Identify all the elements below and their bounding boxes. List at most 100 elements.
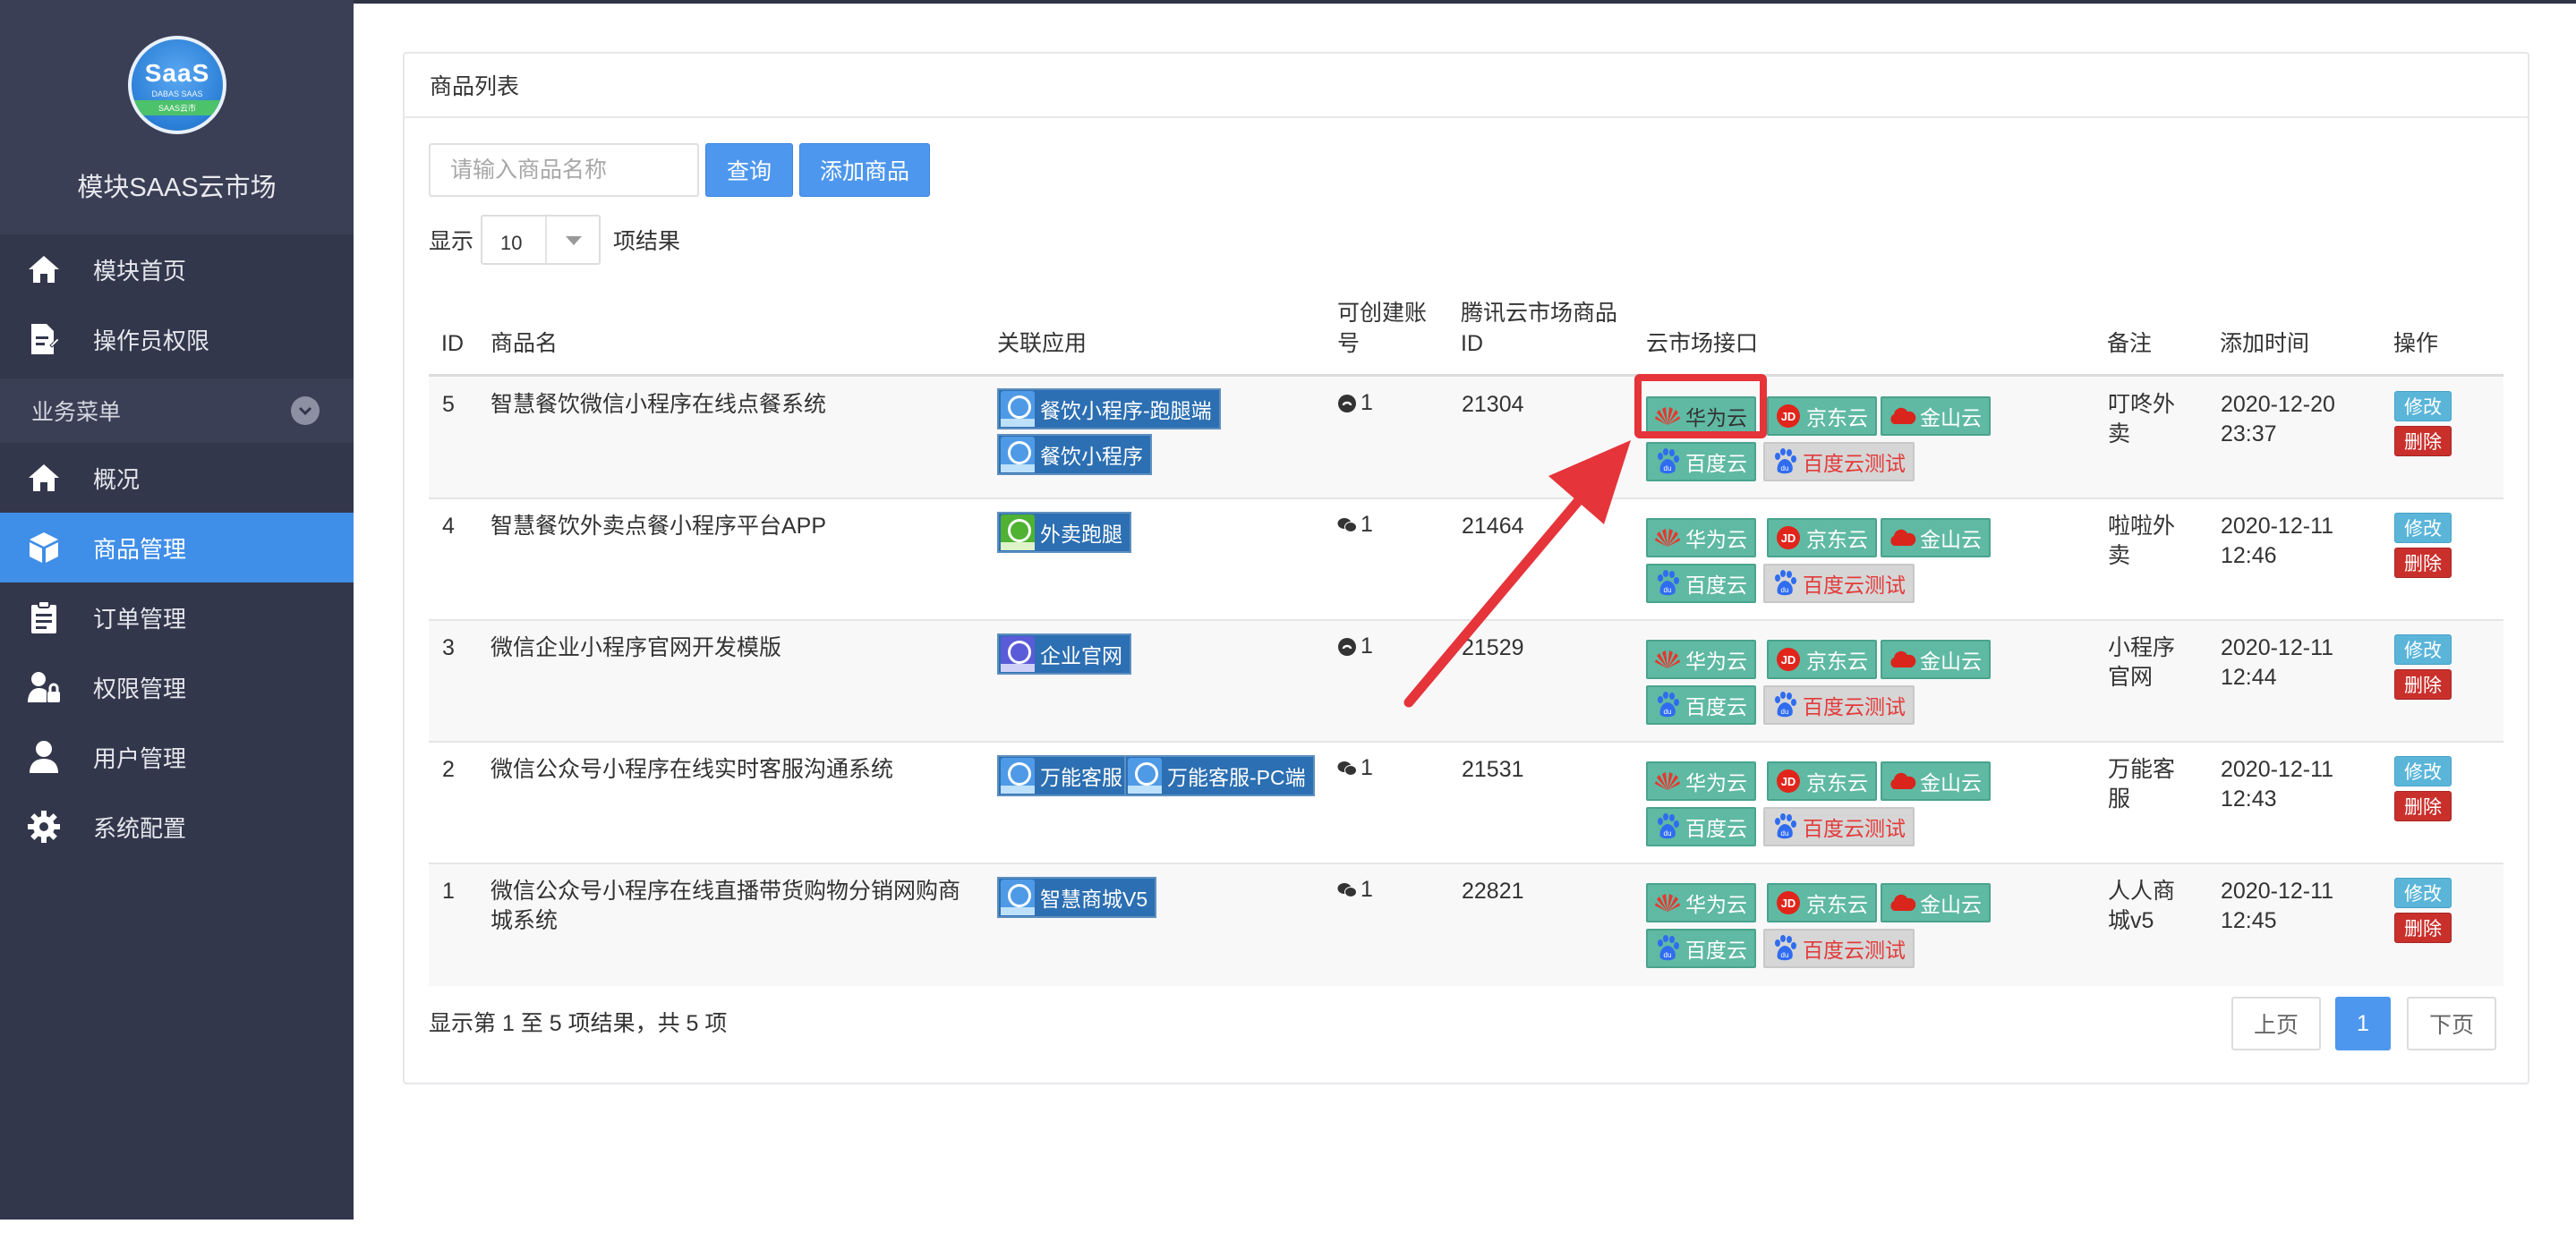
product-search-input[interactable] [429, 143, 699, 197]
nav-home[interactable]: 模块首页 [0, 234, 354, 304]
cloud-baidu-test-button[interactable]: du 百度云测试 [1763, 442, 1915, 481]
row-name[interactable]: 微信公众号小程序在线直播带货购物分销网购商 [490, 877, 960, 906]
cloud-huawei-button[interactable]: 华为云 [1646, 761, 1756, 801]
cloud-label: 京东云 [1806, 893, 1868, 916]
delete-button[interactable]: 删除 [2394, 669, 2452, 700]
row-name[interactable]: 智慧餐饮外卖点餐小程序平台APP [490, 512, 826, 541]
row-date: 2020-12-11 [2221, 757, 2334, 782]
row-name-line2[interactable]: 城系统 [490, 906, 558, 936]
cloud-huawei-button[interactable]: 华为云 [1646, 883, 1756, 922]
huawei-icon [1653, 888, 1682, 917]
edit-button[interactable]: 修改 [2394, 756, 2452, 786]
app-chip[interactable]: 餐饮小程序 [997, 434, 1152, 475]
nav-system-config[interactable]: 系统配置 [0, 792, 354, 862]
cloud-baidu-test-button[interactable]: du 百度云测试 [1763, 685, 1915, 725]
baidu-icon: du [1653, 812, 1682, 841]
app-chip[interactable]: 智慧商城V5 [997, 877, 1157, 918]
cloud-baidu-button[interactable]: du 百度云 [1646, 442, 1756, 481]
box-icon [25, 529, 63, 566]
svg-text:du: du [1664, 586, 1672, 594]
cloud-baidu-button[interactable]: du 百度云 [1646, 929, 1756, 968]
row-name[interactable]: 微信企业小程序官网开发模版 [490, 633, 781, 663]
saas-logo[interactable]: SaaS DABAS SAAS SAAS云市 [128, 36, 226, 134]
app-chip[interactable]: 餐饮小程序-跑腿端 [997, 388, 1221, 429]
edit-button[interactable]: 修改 [2394, 878, 2452, 908]
cloud-jd-button[interactable]: JD 京东云 [1767, 640, 1877, 679]
cloud-jd-button[interactable]: JD 京东云 [1767, 883, 1877, 922]
row-time: 12:44 [2221, 665, 2277, 690]
annotation-highlight-box [1634, 374, 1767, 438]
document-edit-icon [25, 320, 63, 358]
cloud-baidu-button[interactable]: du 百度云 [1646, 564, 1756, 603]
jd-icon: JD [1774, 767, 1803, 795]
row-note-line2: 卖 [2108, 543, 2131, 568]
app-chip-label: 智慧商城V5 [1040, 888, 1148, 911]
nav-permission-management[interactable]: 权限管理 [0, 652, 354, 722]
cloud-kingsoft-button[interactable]: 金山云 [1881, 761, 1991, 801]
add-product-button[interactable]: 添加商品 [799, 143, 930, 197]
app-logo-icon [1001, 391, 1035, 427]
delete-button[interactable]: 删除 [2394, 913, 2452, 943]
nav-order-management[interactable]: 订单管理 [0, 582, 354, 652]
th-account-line2: 号 [1337, 331, 1361, 356]
svg-text:du: du [1664, 951, 1672, 959]
cloud-huawei-button[interactable]: 华为云 [1646, 640, 1756, 679]
row-name[interactable]: 微信公众号小程序在线实时客服沟通系统 [490, 755, 893, 785]
cloud-baidu-test-button[interactable]: du 百度云测试 [1763, 564, 1915, 603]
app-chip[interactable]: 万能客服-PC端 [1124, 755, 1315, 796]
cloud-jd-button[interactable]: JD 京东云 [1767, 518, 1877, 557]
page-1-button[interactable]: 1 [2335, 997, 2391, 1050]
cloud-baidu-button[interactable]: du 百度云 [1646, 807, 1756, 846]
cloud-jd-button[interactable]: JD 京东云 [1767, 761, 1877, 801]
th-name: 商品名 [490, 331, 559, 356]
cloud-kingsoft-button[interactable]: 金山云 [1881, 518, 1991, 557]
cloud-jd-button[interactable]: JD 京东云 [1767, 396, 1877, 436]
app-chip[interactable]: 万能客服 [997, 755, 1131, 796]
cloud-label: 京东云 [1806, 406, 1868, 429]
delete-button[interactable]: 删除 [2394, 426, 2452, 456]
row-note: 叮咚外 [2108, 392, 2176, 417]
cloud-label: 百度云测试 [1803, 939, 1906, 962]
delete-button[interactable]: 删除 [2394, 548, 2452, 578]
page-length-control: 显示 10 项结果 [429, 215, 680, 265]
edit-button[interactable]: 修改 [2394, 513, 2452, 543]
nav-home-label: 模块首页 [93, 257, 187, 285]
tencent-id: 21531 [1462, 757, 1524, 782]
kingsoft-cloud-icon [1888, 645, 1916, 674]
row-name[interactable]: 智慧餐饮微信小程序在线点餐系统 [490, 390, 826, 420]
nav-user-management[interactable]: 用户管理 [0, 722, 354, 792]
cloud-kingsoft-button[interactable]: 金山云 [1881, 396, 1991, 436]
cloud-baidu-button[interactable]: du 百度云 [1646, 685, 1756, 725]
app-logo-icon [1001, 636, 1035, 672]
next-page-button[interactable]: 下页 [2407, 997, 2496, 1050]
nav-goods-label: 商品管理 [93, 535, 187, 563]
account-count: 1 [1337, 512, 1373, 538]
user-lock-icon [25, 668, 63, 706]
kingsoft-cloud-icon [1888, 523, 1916, 552]
query-button[interactable]: 查询 [705, 143, 793, 197]
page-length-value: 10 [500, 232, 523, 254]
svg-text:du: du [1664, 464, 1672, 472]
prev-page-button[interactable]: 上页 [2231, 997, 2321, 1050]
cloud-kingsoft-button[interactable]: 金山云 [1881, 883, 1991, 922]
app-chip[interactable]: 外卖跑腿 [997, 512, 1131, 553]
cloud-huawei-button[interactable]: 华为云 [1646, 518, 1756, 557]
th-apps: 关联应用 [997, 331, 1088, 356]
nav-overview[interactable]: 概况 [0, 443, 354, 513]
edit-button[interactable]: 修改 [2394, 634, 2452, 665]
cloud-label: 百度云测试 [1803, 695, 1906, 718]
page-length-select[interactable]: 10 [481, 215, 601, 265]
cloud-kingsoft-button[interactable]: 金山云 [1881, 640, 1991, 679]
cloud-label: 京东云 [1806, 771, 1868, 795]
edit-button[interactable]: 修改 [2394, 391, 2452, 421]
app-chip[interactable]: 企业官网 [997, 633, 1131, 675]
wechat-icon [1337, 517, 1357, 532]
nav-goods-management[interactable]: 商品管理 [0, 513, 354, 582]
cloud-baidu-test-button[interactable]: du 百度云测试 [1763, 807, 1915, 846]
cloud-label: 百度云测试 [1803, 817, 1906, 840]
nav-operator-permissions[interactable]: 操作员权限 [0, 304, 354, 374]
nav-section-label: 业务菜单 [31, 400, 122, 425]
nav-section-business-menu[interactable]: 业务菜单 [0, 378, 354, 443]
cloud-baidu-test-button[interactable]: du 百度云测试 [1763, 929, 1915, 968]
delete-button[interactable]: 删除 [2394, 791, 2452, 821]
